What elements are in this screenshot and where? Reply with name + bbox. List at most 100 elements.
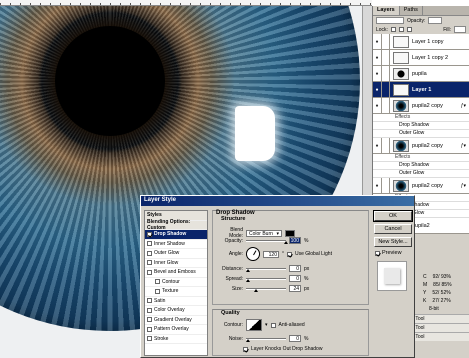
layer-row[interactable]: ● Layer 1 copy 2 bbox=[373, 49, 469, 66]
info-value: 27/ 27% bbox=[432, 298, 451, 304]
shadow-color-swatch[interactable] bbox=[285, 229, 295, 237]
size-input[interactable]: 24 bbox=[289, 285, 301, 292]
lock-position-checkbox[interactable] bbox=[406, 27, 412, 32]
style-item[interactable]: Blending Options: Custom bbox=[145, 219, 207, 231]
style-item[interactable]: Outer Glow bbox=[145, 249, 207, 259]
visibility-eye-icon[interactable]: ● bbox=[373, 177, 382, 194]
style-item[interactable]: Pattern Overlay bbox=[145, 325, 207, 335]
visibility-eye-icon[interactable]: ● bbox=[373, 81, 382, 98]
layer-thumbnail bbox=[393, 179, 409, 192]
style-item[interactable]: Stroke bbox=[145, 335, 207, 344]
visibility-eye-icon[interactable]: ● bbox=[373, 137, 382, 154]
lock-image-checkbox[interactable] bbox=[398, 27, 404, 32]
effect-drop-shadow[interactable]: Drop Shadow bbox=[373, 122, 469, 130]
style-item-label: Contour bbox=[162, 278, 180, 285]
quality-title: Quality bbox=[221, 310, 240, 316]
style-checkbox[interactable] bbox=[147, 260, 152, 266]
layer-name: Layer 1 copy 2 bbox=[412, 54, 449, 61]
drop-shadow-group: Drop Shadow Structure Blend Mode: Color … bbox=[212, 210, 369, 305]
ok-button[interactable]: OK bbox=[373, 210, 413, 222]
style-item-label: Drop Shadow bbox=[154, 231, 187, 238]
layer-row[interactable]: ● Layer 1 copy bbox=[373, 33, 469, 50]
distance-slider[interactable] bbox=[246, 267, 286, 272]
layer-row[interactable]: ● pupila2 copy ƒ▾ bbox=[373, 97, 469, 114]
distance-input[interactable]: 0 bbox=[289, 265, 301, 272]
spread-label: Spread: bbox=[225, 275, 243, 282]
opacity-slider[interactable] bbox=[246, 239, 288, 244]
style-item[interactable]: Inner Shadow bbox=[145, 240, 207, 249]
style-item[interactable]: Drop Shadow bbox=[145, 230, 207, 240]
opacity-field[interactable] bbox=[428, 17, 443, 24]
style-item[interactable]: Texture bbox=[145, 287, 207, 297]
style-checkbox[interactable] bbox=[155, 279, 160, 285]
use-global-light-checkbox[interactable] bbox=[287, 251, 292, 257]
slider-knob[interactable] bbox=[246, 268, 250, 272]
blend-mode-select[interactable]: Color Burn ▾ bbox=[246, 229, 282, 237]
noise-slider[interactable] bbox=[246, 337, 286, 342]
style-checkbox[interactable] bbox=[147, 307, 152, 313]
style-checkbox[interactable] bbox=[147, 298, 152, 304]
layer-row[interactable]: ● pupila bbox=[373, 65, 469, 82]
visibility-eye-icon[interactable]: ● bbox=[373, 33, 382, 50]
tab-layers[interactable]: Layers bbox=[373, 6, 400, 15]
style-checkbox[interactable] bbox=[147, 231, 152, 237]
slider-knob[interactable] bbox=[246, 338, 250, 342]
fill-label: Fill: bbox=[443, 26, 451, 33]
effect-drop-shadow[interactable]: Drop Shadow bbox=[373, 162, 469, 170]
canvas-scrollbar[interactable] bbox=[362, 6, 372, 196]
style-item[interactable]: Bevel and Emboss bbox=[145, 268, 207, 278]
degree-unit: ° bbox=[282, 251, 284, 257]
preview-checkbox[interactable] bbox=[375, 250, 380, 256]
style-checkbox[interactable] bbox=[147, 317, 152, 323]
style-checkbox[interactable] bbox=[147, 336, 152, 342]
lock-transparency-checkbox[interactable] bbox=[390, 27, 396, 32]
visibility-eye-icon[interactable]: ● bbox=[373, 65, 382, 82]
angle-input[interactable]: 120 bbox=[263, 250, 279, 258]
style-item[interactable]: Color Overlay bbox=[145, 306, 207, 316]
style-item[interactable]: Satin bbox=[145, 297, 207, 306]
size-slider[interactable] bbox=[246, 287, 286, 292]
anti-aliased-checkbox[interactable] bbox=[270, 322, 276, 328]
visibility-eye-icon[interactable]: ● bbox=[373, 49, 382, 66]
layer-row[interactable]: ● pupila2 copy ƒ▾ bbox=[373, 137, 469, 154]
spread-input[interactable]: 0 bbox=[289, 275, 301, 282]
layer-name: pupila2 copy bbox=[412, 102, 443, 109]
use-global-light-label: Use Global Light bbox=[295, 251, 332, 257]
style-item[interactable]: Inner Glow bbox=[145, 259, 207, 268]
effects-icon[interactable]: ƒ▾ bbox=[461, 103, 466, 109]
style-item[interactable]: Contour bbox=[145, 278, 207, 287]
tab-paths[interactable]: Paths bbox=[400, 6, 423, 15]
layer-thumbnail bbox=[393, 67, 409, 80]
effects-icon[interactable]: ƒ▾ bbox=[461, 143, 466, 149]
info-value: 8-bit bbox=[429, 306, 439, 312]
spread-slider[interactable] bbox=[246, 277, 286, 282]
preview-toggle[interactable]: Preview bbox=[375, 250, 402, 256]
opacity-input[interactable]: 100 bbox=[289, 237, 301, 244]
style-checkbox[interactable] bbox=[147, 269, 152, 275]
knockout-checkbox[interactable] bbox=[243, 346, 248, 352]
style-checkbox[interactable] bbox=[147, 241, 152, 247]
chevron-down-icon[interactable]: ▾ bbox=[265, 322, 268, 328]
style-checkbox[interactable] bbox=[147, 250, 152, 256]
blend-mode-value: Color Burn bbox=[249, 230, 273, 237]
style-item[interactable]: Gradient Overlay bbox=[145, 316, 207, 325]
cancel-button[interactable]: Cancel bbox=[374, 224, 412, 234]
effects-icon[interactable]: ƒ▾ bbox=[461, 183, 466, 189]
contour-picker[interactable] bbox=[246, 319, 262, 331]
style-checkbox[interactable] bbox=[155, 288, 160, 294]
angle-dial[interactable] bbox=[246, 247, 260, 261]
layer-row-selected[interactable]: ● Layer 1 bbox=[373, 81, 469, 98]
layer-name: pupila2 copy bbox=[412, 182, 443, 189]
style-checkbox[interactable] bbox=[147, 326, 152, 332]
noise-input[interactable]: 0 bbox=[289, 335, 301, 342]
visibility-eye-icon[interactable]: ● bbox=[373, 97, 382, 114]
layer-row[interactable]: ● pupila2 copy ƒ▾ bbox=[373, 177, 469, 194]
slider-knob[interactable] bbox=[254, 288, 258, 292]
slider-knob[interactable] bbox=[246, 278, 250, 282]
info-label: K bbox=[423, 298, 427, 304]
new-style-button[interactable]: New Style... bbox=[374, 237, 412, 247]
layer-name: pupila bbox=[412, 70, 427, 77]
fill-field[interactable] bbox=[454, 26, 466, 33]
slider-knob[interactable] bbox=[284, 240, 288, 244]
blend-mode-select[interactable] bbox=[376, 17, 404, 24]
